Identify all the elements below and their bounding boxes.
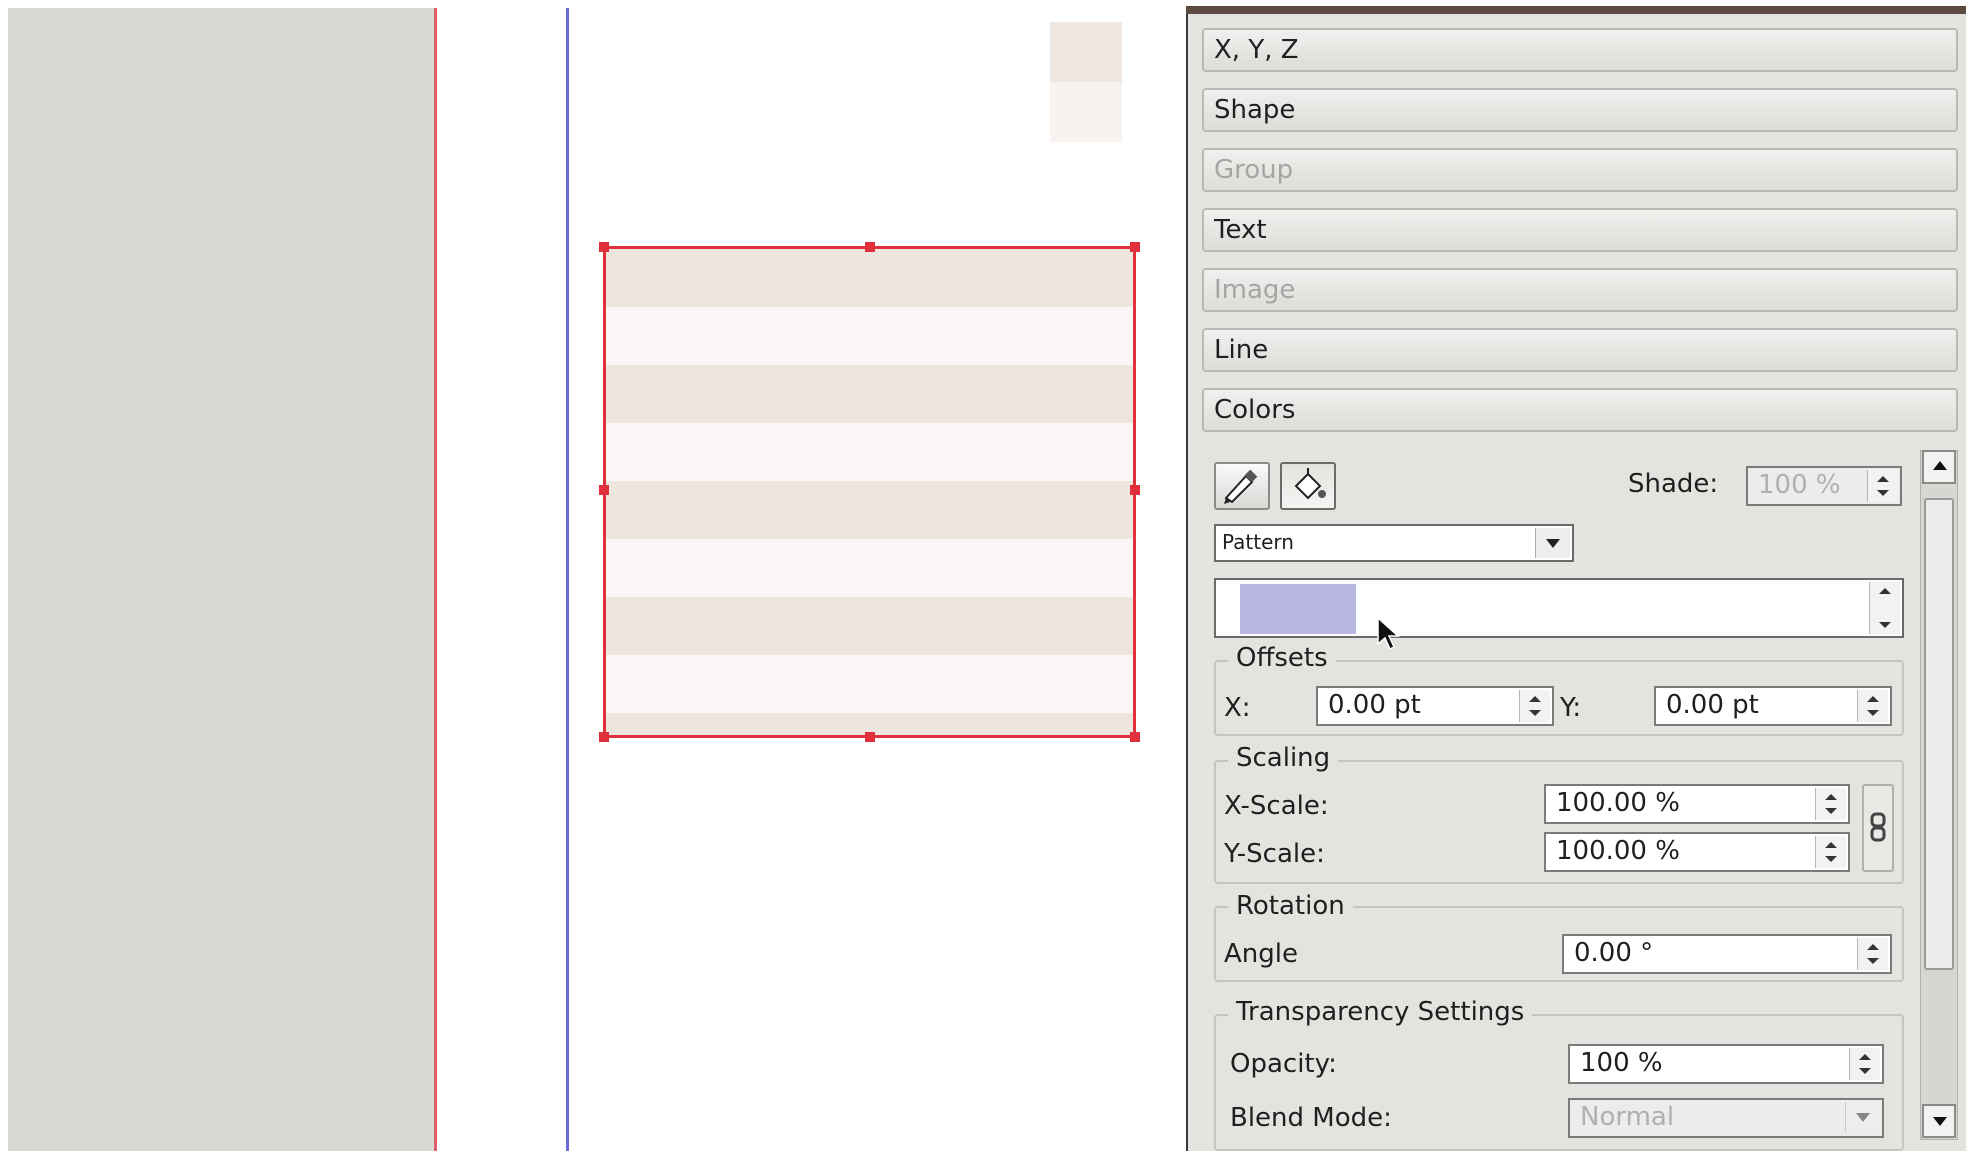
pasteboard — [8, 8, 435, 1173]
y-scale-value: 100.00 % — [1556, 836, 1680, 866]
pen-icon — [1224, 469, 1258, 504]
window-bottom-edge — [8, 1151, 1972, 1173]
tab-colors[interactable]: Colors — [1202, 388, 1958, 432]
offset-x-spin-buttons[interactable] — [1519, 690, 1550, 722]
angle-input[interactable]: 0.00 ° — [1562, 934, 1892, 974]
opacity-spin-buttons[interactable] — [1849, 1048, 1880, 1080]
y-scale-input[interactable]: 100.00 % — [1544, 832, 1850, 872]
blend-mode-label: Blend Mode: — [1230, 1103, 1392, 1133]
chevron-down-icon[interactable] — [1535, 528, 1570, 558]
resize-handle-top-left[interactable] — [599, 242, 609, 252]
scroll-up-arrow-icon[interactable] — [1922, 450, 1956, 484]
y-scale-spin-buttons[interactable] — [1815, 836, 1846, 868]
offset-x-label: X: — [1224, 693, 1251, 723]
scale-link-toggle[interactable] — [1862, 784, 1894, 872]
tab-xyz[interactable]: X, Y, Z — [1202, 28, 1958, 72]
offset-y-spin-buttons[interactable] — [1857, 690, 1888, 722]
offset-y-input[interactable]: 0.00 pt — [1654, 686, 1892, 726]
resize-handle-bottom-right[interactable] — [1130, 732, 1140, 742]
transparency-legend: Transparency Settings — [1228, 996, 1533, 1028]
x-scale-input[interactable]: 100.00 % — [1544, 784, 1850, 824]
mouse-cursor-icon — [1377, 616, 1400, 651]
margin-guide — [566, 8, 569, 1173]
y-scale-label: Y-Scale: — [1224, 839, 1325, 869]
tab-group[interactable]: Group — [1202, 148, 1958, 192]
offsets-legend: Offsets — [1228, 642, 1336, 674]
angle-spin-buttons[interactable] — [1857, 938, 1888, 970]
resize-handle-bottom[interactable] — [865, 732, 875, 742]
resize-handle-right[interactable] — [1130, 485, 1140, 495]
shade-label: Shade: — [1628, 469, 1719, 499]
fill-bucket-icon — [1294, 468, 1326, 500]
scaling-legend: Scaling — [1228, 742, 1339, 774]
pattern-list-scroll-buttons[interactable] — [1869, 582, 1900, 634]
pattern-list[interactable] — [1214, 578, 1904, 638]
x-scale-label: X-Scale: — [1224, 791, 1329, 821]
blend-mode-dropdown[interactable]: Normal — [1568, 1098, 1884, 1138]
resize-handle-left[interactable] — [599, 485, 609, 495]
shade-value: 100 % — [1758, 470, 1841, 500]
offset-y-value: 0.00 pt — [1666, 690, 1759, 720]
scroll-down-arrow-icon[interactable] — [1922, 1104, 1956, 1138]
selected-rectangle-shape[interactable] — [599, 242, 1140, 742]
angle-label: Angle — [1224, 939, 1298, 969]
shade-spin-buttons[interactable] — [1867, 470, 1898, 502]
blend-mode-value: Normal — [1580, 1102, 1675, 1132]
pattern-preview-thumbnail — [1050, 22, 1122, 142]
opacity-value: 100 % — [1580, 1048, 1663, 1078]
tab-line[interactable]: Line — [1202, 328, 1958, 372]
pattern-swatch[interactable] — [1240, 584, 1356, 634]
page-edge-line — [434, 8, 437, 1173]
fill-type-value: Pattern — [1222, 530, 1294, 554]
tab-image[interactable]: Image — [1202, 268, 1958, 312]
tab-shape[interactable]: Shape — [1202, 88, 1958, 132]
panel-scrollbar-thumb[interactable] — [1924, 498, 1954, 970]
resize-handle-top[interactable] — [865, 242, 875, 252]
offset-x-input[interactable]: 0.00 pt — [1316, 686, 1554, 726]
resize-handle-top-right[interactable] — [1130, 242, 1140, 252]
fill-type-dropdown[interactable]: Pattern — [1214, 524, 1574, 562]
tab-text[interactable]: Text — [1202, 208, 1958, 252]
shade-spinbox[interactable]: 100 % — [1746, 466, 1902, 506]
x-scale-spin-buttons[interactable] — [1815, 788, 1846, 820]
edit-fill-color-button[interactable] — [1280, 462, 1336, 510]
x-scale-value: 100.00 % — [1556, 788, 1680, 818]
chevron-down-icon[interactable] — [1845, 1102, 1880, 1132]
resize-handle-bottom-left[interactable] — [599, 732, 609, 742]
edit-line-color-button[interactable] — [1214, 462, 1270, 510]
panel-title-bar — [1186, 6, 1966, 14]
chain-link-icon — [1870, 812, 1886, 842]
angle-value: 0.00 ° — [1574, 938, 1654, 968]
opacity-label: Opacity: — [1230, 1049, 1337, 1079]
opacity-input[interactable]: 100 % — [1568, 1044, 1884, 1084]
offset-y-label: Y: — [1560, 693, 1582, 723]
offset-x-value: 0.00 pt — [1328, 690, 1421, 720]
rotation-legend: Rotation — [1228, 890, 1353, 922]
